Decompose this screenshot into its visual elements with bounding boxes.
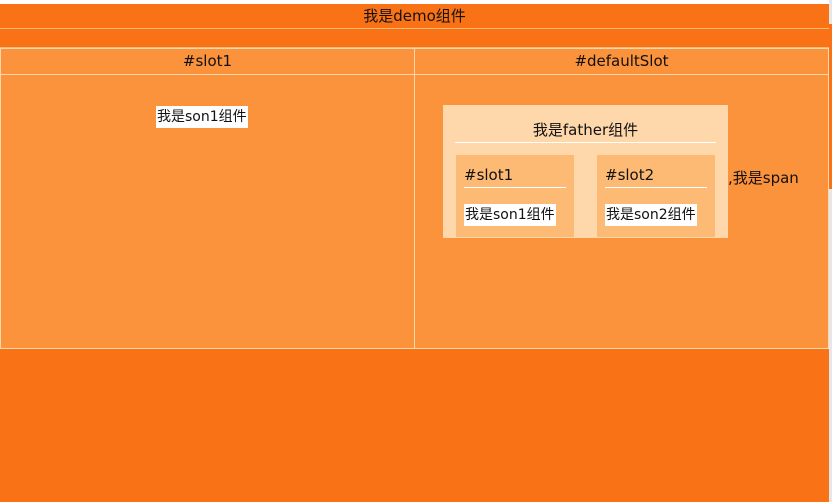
span-text: ,我是span: [728, 169, 799, 187]
father-title: 我是father组件: [455, 117, 716, 143]
demo-component: 我是demo组件 #slot1 #defaultSlot 我是son1组件 我是…: [0, 4, 829, 502]
column-header-slot1: #slot1: [1, 49, 414, 75]
column-header-default-slot: #defaultSlot: [415, 49, 828, 75]
father-slot2-card: #slot2 我是son2组件: [597, 155, 715, 237]
father-component: 我是father组件 #slot1 我是son1组件 #slot2 我是son2…: [443, 105, 728, 238]
column-divider: [414, 49, 415, 348]
demo-spacer-bar: [0, 29, 829, 48]
father-son2-component: 我是son2组件: [605, 204, 697, 226]
demo-title: 我是demo组件: [0, 4, 829, 29]
father-slot1-card: #slot1 我是son1组件: [456, 155, 574, 237]
father-son1-component: 我是son1组件: [464, 204, 556, 226]
son1-component: 我是son1组件: [156, 106, 248, 128]
father-slot2-title: #slot2: [605, 163, 707, 188]
father-slot1-title: #slot1: [464, 163, 566, 188]
